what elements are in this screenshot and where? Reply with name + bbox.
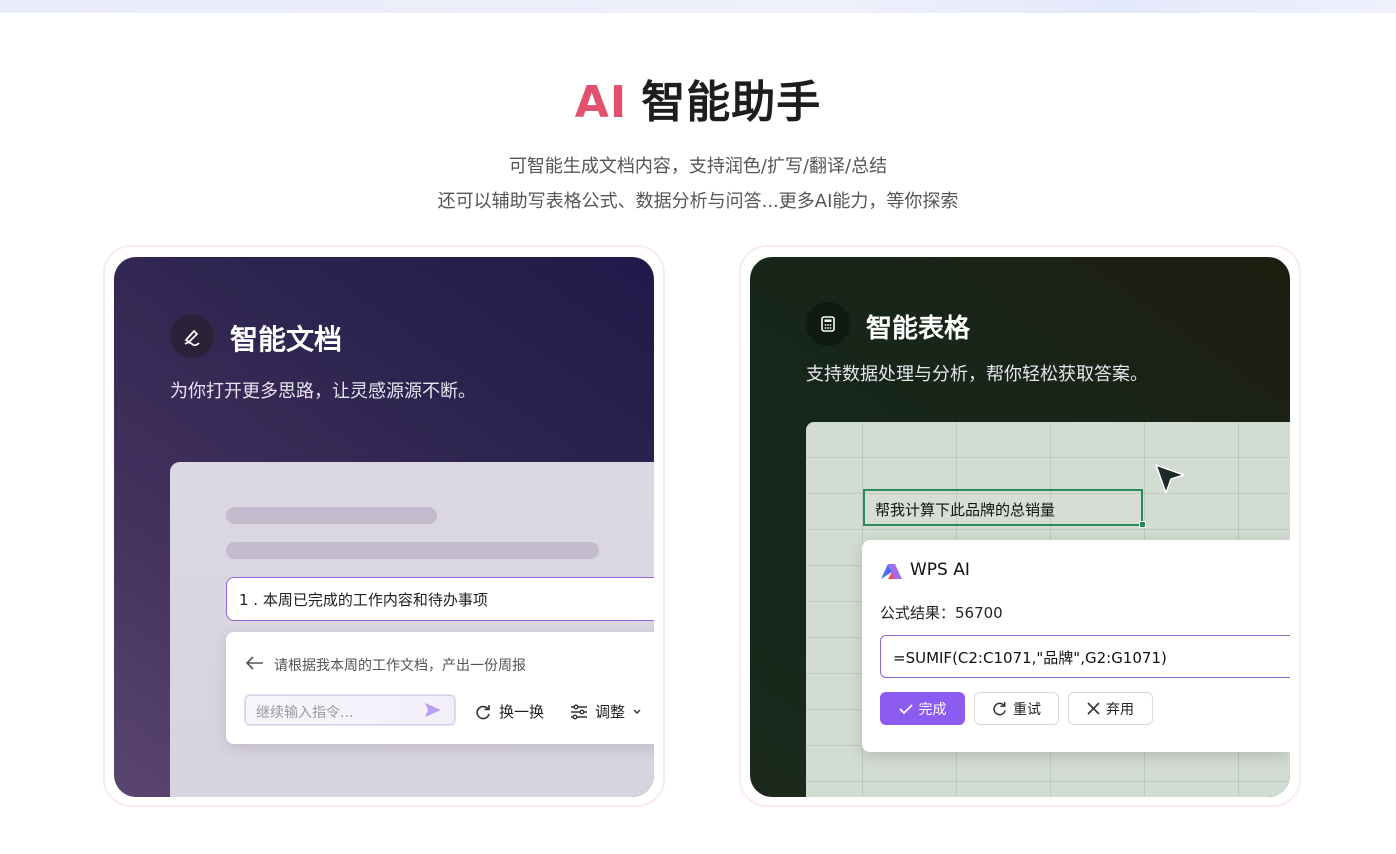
done-button[interactable]: 完成 bbox=[880, 692, 965, 725]
doc-prompt-line[interactable]: 1 . 本周已完成的工作内容和待办事项 bbox=[226, 577, 654, 621]
sheet-preview: 帮我计算下此品牌的总销量 WPS AI 公式结果：56700 =SUMIF(C2… bbox=[806, 422, 1290, 797]
panel-query: 请根据我本周的工作文档，产出一份周报 bbox=[245, 654, 526, 675]
top-band bbox=[0, 0, 1396, 13]
refresh-icon bbox=[476, 704, 490, 719]
swap-button[interactable]: 换一换 bbox=[474, 701, 544, 722]
pen-icon bbox=[170, 314, 214, 358]
adjust-label: 调整 bbox=[595, 703, 626, 721]
discard-button[interactable]: 弃用 bbox=[1068, 692, 1153, 725]
doc-card-desc: 为你打开更多思路，让灵感源源不断。 bbox=[170, 381, 476, 402]
adjust-button[interactable]: 调整 bbox=[570, 701, 643, 722]
title-ai: AI bbox=[574, 77, 628, 128]
title-text: 智能助手 bbox=[641, 77, 822, 128]
retry-label: 重试 bbox=[1013, 701, 1041, 718]
doc-card[interactable]: 智能文档 为你打开更多思路，让灵感源源不断。 1 . 本周已完成的工作内容和待办… bbox=[114, 257, 654, 797]
wps-ai-name: WPS AI bbox=[910, 560, 970, 580]
subtitle-line-1: 可智能生成文档内容，支持润色/扩写/翻译/总结 bbox=[508, 156, 888, 177]
wps-ai-logo-icon bbox=[880, 562, 904, 584]
redo-icon bbox=[993, 701, 1006, 716]
formula-field[interactable]: =SUMIF(C2:C1071,"品牌",G2:G1071) bbox=[880, 635, 1290, 678]
sheet-card-title: 智能表格 bbox=[866, 314, 971, 344]
fill-handle[interactable] bbox=[1139, 521, 1146, 528]
check-icon bbox=[898, 703, 913, 714]
send-icon[interactable] bbox=[423, 700, 443, 724]
mouse-cursor-icon bbox=[1153, 462, 1187, 500]
wps-ai-panel: WPS AI 公式结果：56700 =SUMIF(C2:C1071,"品牌",G… bbox=[862, 540, 1290, 752]
calculator-icon bbox=[806, 302, 850, 346]
selected-cell[interactable]: 帮我计算下此品牌的总销量 bbox=[863, 489, 1143, 526]
doc-preview: 1 . 本周已完成的工作内容和待办事项 请根据我本周的工作文档，产出一份周报 继… bbox=[170, 462, 654, 797]
done-label: 完成 bbox=[918, 701, 947, 718]
swap-label: 换一换 bbox=[499, 703, 545, 721]
sliders-icon bbox=[571, 704, 587, 719]
close-icon bbox=[1087, 702, 1100, 715]
ai-command-panel: 请根据我本周的工作文档，产出一份周报 继续输入指令... 换一换 调整 bbox=[226, 632, 654, 744]
sheet-card-desc: 支持数据处理与分析，帮你轻松获取答案。 bbox=[806, 364, 1148, 385]
panel-query-text: 请根据我本周的工作文档，产出一份周报 bbox=[274, 657, 526, 674]
discard-label: 弃用 bbox=[1106, 701, 1134, 718]
doc-card-title: 智能文档 bbox=[230, 323, 343, 356]
back-arrow-icon[interactable] bbox=[245, 654, 264, 675]
sheet-card[interactable]: 智能表格 支持数据处理与分析，帮你轻松获取答案。 帮我计算下此品牌的总销量 WP… bbox=[750, 257, 1290, 797]
command-input-placeholder: 继续输入指令... bbox=[256, 705, 354, 721]
formula-result: 公式结果：56700 bbox=[880, 604, 1003, 622]
subtitle-line-2: 还可以辅助写表格公式、数据分析与问答...更多AI能力，等你探索 bbox=[437, 191, 959, 212]
command-input[interactable]: 继续输入指令... bbox=[244, 694, 456, 726]
retry-button[interactable]: 重试 bbox=[974, 692, 1059, 725]
text-placeholder-bar bbox=[226, 507, 437, 524]
chevron-down-icon bbox=[633, 709, 641, 714]
page-title: AI 智能助手 bbox=[0, 66, 1396, 130]
text-placeholder-bar bbox=[226, 542, 599, 559]
